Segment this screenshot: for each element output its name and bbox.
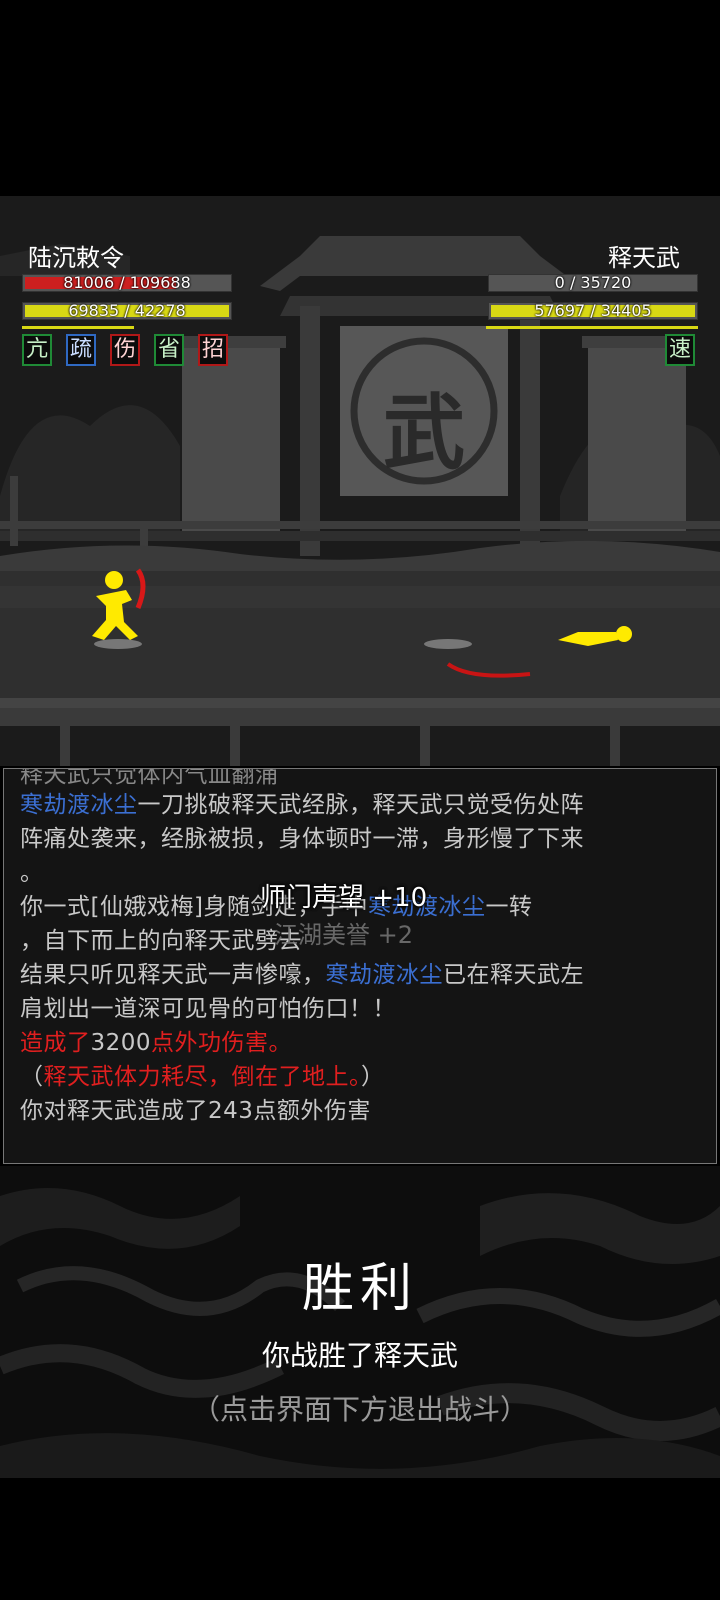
log-line: 你对释天武造成了243点额外伤害 [20,1098,371,1124]
log-weapon-name: 寒劫渡冰尘 [325,962,443,988]
log-line: 寒劫渡冰尘一刀挑破释天武经脉，释天武只觉受伤处阵 [20,785,584,819]
log-weapon-name: 寒劫渡冰尘 [20,792,138,818]
log-text: 点外功伤害。 [151,1030,293,1056]
gate-emblem: 武 [382,385,465,481]
enemy-name: 释天武 [608,244,680,272]
log-line: 结果只听见释天武一声惨嚎，寒劫渡冰尘已在释天武左 [20,955,584,989]
status-badge[interactable]: 亢 [22,334,52,366]
log-line: （释天武体力耗尽，倒在了地上。） [20,1057,385,1091]
log-text: 一刀挑破释天武经脉，释天武只觉受伤处阵 [137,792,584,818]
log-line: 。 [20,860,44,886]
player-mp-bar: 69835 / 42278 [22,301,232,320]
battle-scene: 武 陆沉敕令 81006 / 109688 69835 / 42278 亢 疏 … [0,196,720,766]
ink-wash-background [0,1188,720,1478]
log-text: 释天武体力耗尽，倒在了地上。 [43,1064,361,1090]
status-badge[interactable]: 伤 [110,334,140,366]
reputation-gain-text: 师门声望 +10 [260,883,428,913]
damage-value: 3200 [90,1030,152,1056]
log-line: 阵痛处袭来，经脉被损，身体顿时一滞，身形慢了下来 [20,826,584,852]
exit-hint[interactable]: （点击界面下方退出战斗） [0,1388,720,1428]
log-text: 结果只听见释天武一声惨嚎， [20,962,326,988]
honor-gain-text: 江湖美誉 +2 [274,921,414,949]
enemy-hp-text: 0 / 35720 [554,273,632,292]
victory-subtitle: 你战胜了释天武 [261,1339,458,1372]
status-badge[interactable]: 招 [198,334,228,366]
log-text: ） [361,1064,385,1090]
player-character [92,568,146,640]
status-badge[interactable]: 疏 [66,334,96,366]
log-text: 已在释天武左 [443,962,584,988]
enemy-mp-text: 57697 / 34405 [534,301,652,320]
player-name: 陆沉敕令 [28,244,124,272]
combat-log[interactable]: 释天武只觉体内气血翻涌 寒劫渡冰尘一刀挑破释天武经脉，释天武只觉受伤处阵 阵痛处… [3,768,717,1164]
status-badge[interactable]: 速 [665,334,695,366]
status-badge[interactable]: 省 [154,334,184,366]
victory-panel[interactable]: 胜利 你战胜了释天武 （点击界面下方退出战斗） [0,1166,720,1478]
enemy-character-defeated [558,626,632,646]
enemy-hp-bar: 0 / 35720 [488,273,698,292]
player-hp-text: 81006 / 109688 [63,273,191,292]
player-status-badges: 亢 疏 伤 省 招 [22,334,242,368]
log-line: 造成了3200点外功伤害。 [20,1023,292,1057]
enemy-mp-bar: 57697 / 34405 [488,301,698,320]
victory-title: 胜利 [301,1259,418,1319]
log-text: （ [20,1064,44,1090]
enemy-mp-underline [486,326,698,329]
player-mp-underline [22,326,134,329]
player-mp-text: 69835 / 42278 [68,301,186,320]
player-hp-bar: 81006 / 109688 [22,273,232,292]
log-line: ，自下而上的向释天武劈去 [20,928,302,954]
log-text: 一转 [485,894,533,920]
log-line: 肩划出一道深可见骨的可怕伤口！！ [20,996,396,1022]
log-text: 造成了 [20,1030,91,1056]
